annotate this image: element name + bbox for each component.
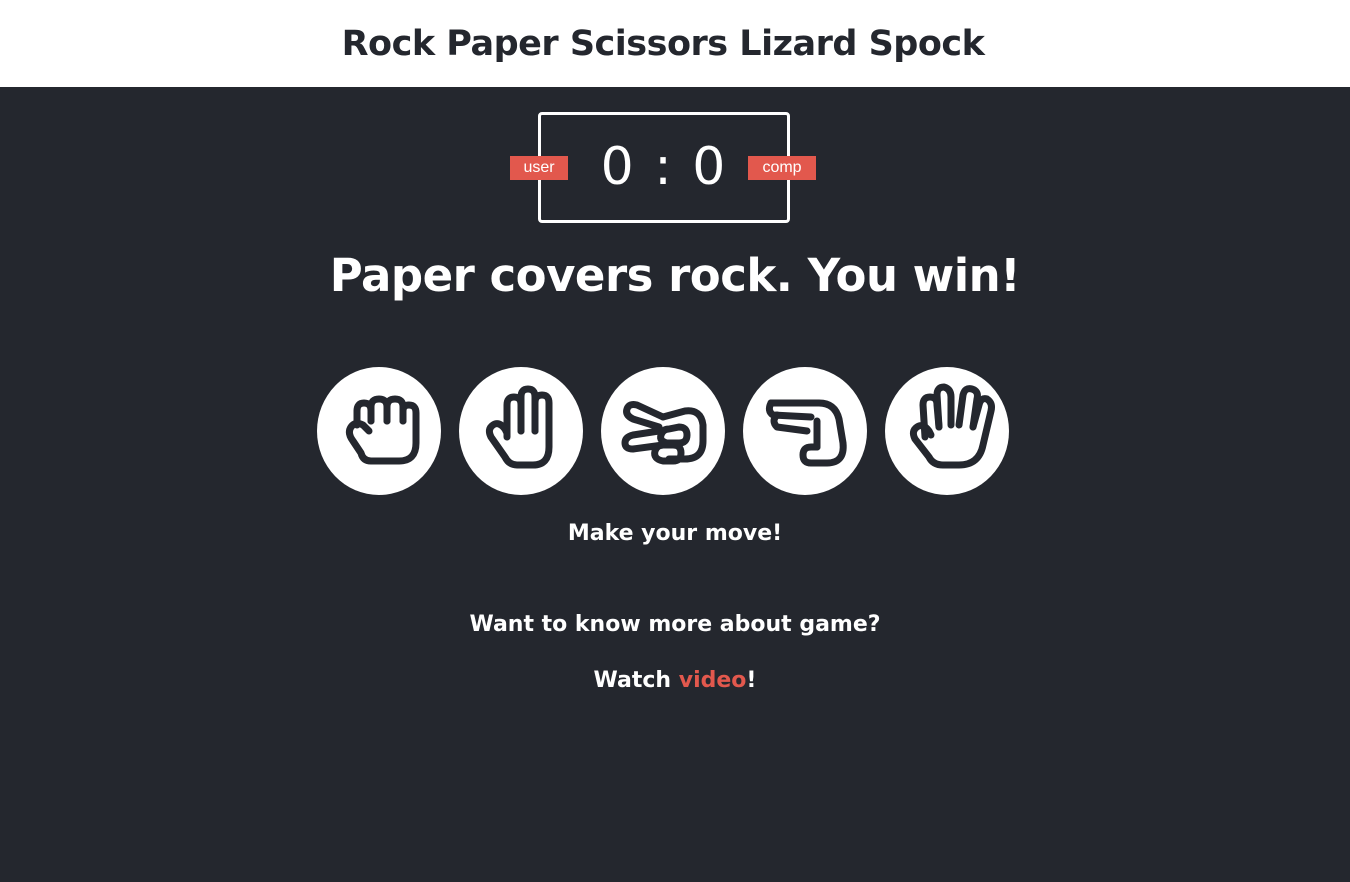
move-prompt: Make your move! <box>567 521 783 546</box>
lizard-button[interactable] <box>743 367 867 495</box>
page-title: Rock Paper Scissors Lizard Spock <box>341 23 985 64</box>
watch-prefix: Watch <box>593 668 679 693</box>
paper-hand-icon <box>485 385 553 469</box>
video-link[interactable]: video <box>679 668 747 693</box>
comp-score-badge: comp <box>748 156 816 180</box>
paper-button[interactable] <box>459 367 583 495</box>
rock-button[interactable] <box>317 367 441 495</box>
rock-hand-icon <box>345 395 420 465</box>
app-header: Rock Paper Scissors Lizard Spock <box>0 0 1350 87</box>
info-question: Want to know more about game? <box>469 612 881 637</box>
watch-suffix: ! <box>746 668 757 693</box>
lizard-hand-icon <box>765 399 847 467</box>
result-message: Paper covers rock. You win! <box>329 249 1021 302</box>
choices-row <box>317 367 1009 495</box>
watch-line: Watch video! <box>0 668 1350 693</box>
spock-button[interactable] <box>885 367 1009 495</box>
scissors-hand-icon <box>621 401 707 465</box>
spock-hand-icon <box>909 383 995 469</box>
scissors-button[interactable] <box>601 367 725 495</box>
game-area: user 0 : 0 comp Paper covers rock. You w… <box>0 87 1350 882</box>
scoreboard: user 0 : 0 comp <box>510 112 816 223</box>
